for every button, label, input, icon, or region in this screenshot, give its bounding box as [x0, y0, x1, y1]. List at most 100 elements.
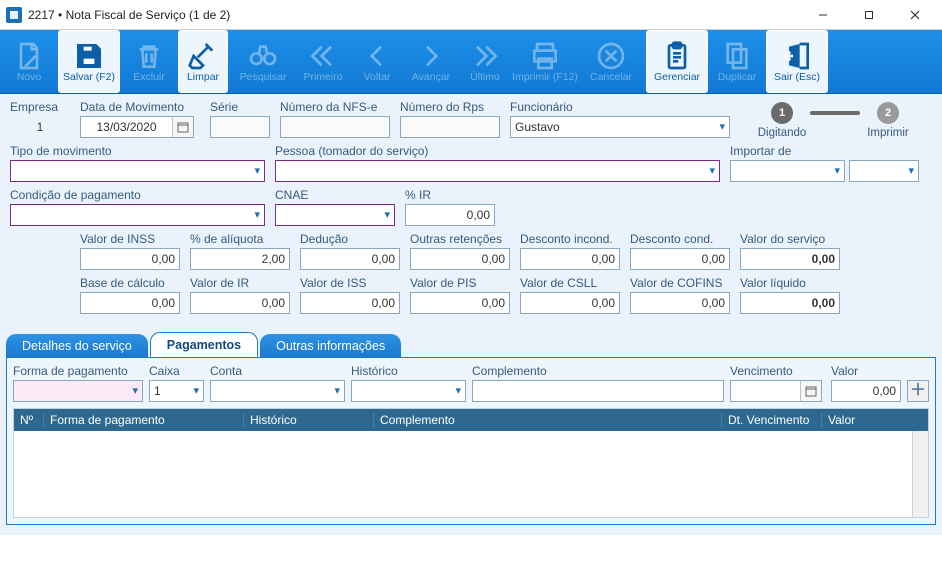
pessoa-label: Pessoa (tomador do serviço) [275, 144, 720, 158]
serie-label: Série [210, 100, 270, 114]
cond-pag-select[interactable] [10, 204, 265, 226]
funcionario-select[interactable]: Gustavo [510, 116, 730, 138]
first-button[interactable]: Primeiro [298, 30, 348, 93]
data-movimento-label: Data de Movimento [80, 100, 200, 114]
window-minimize-button[interactable] [800, 0, 846, 30]
main-toolbar: Novo Salvar (F2) Excluir Limpar Pesquisa… [0, 30, 942, 94]
empresa-value: 1 [10, 116, 70, 138]
prev-button[interactable]: Voltar [352, 30, 402, 93]
step-2-label: Imprimir [867, 127, 909, 139]
col-complemento[interactable]: Complemento [374, 413, 722, 427]
new-button[interactable]: Novo [4, 30, 54, 93]
col-forma[interactable]: Forma de pagamento [44, 413, 244, 427]
vencimento-label: Vencimento [730, 364, 825, 378]
calendar-button[interactable] [172, 116, 194, 138]
complemento-label: Complemento [472, 364, 724, 378]
search-button[interactable]: Pesquisar [232, 30, 294, 93]
valor-servico-label: Valor do serviço [740, 232, 840, 246]
forma-pagamento-select[interactable] [13, 380, 143, 402]
save-icon [73, 40, 105, 72]
trash-icon [133, 40, 165, 72]
valor-pis-label: Valor de PIS [410, 276, 510, 290]
window-close-button[interactable] [892, 0, 938, 30]
manage-button[interactable]: Gerenciar [646, 30, 708, 93]
clipboard-icon [661, 40, 693, 72]
tab-outras-informacoes[interactable]: Outras informações [260, 334, 401, 357]
progress-stepper: 1 Digitando 2 Imprimir [742, 102, 928, 139]
grid-scrollbar[interactable] [912, 431, 928, 517]
valor-ir-input[interactable] [190, 292, 290, 314]
clear-button[interactable]: Limpar [178, 30, 228, 93]
valor-liquido-input[interactable] [740, 292, 840, 314]
complemento-input[interactable] [472, 380, 724, 402]
cond-pag-label: Condição de pagamento [10, 188, 265, 202]
tipo-movimento-label: Tipo de movimento [10, 144, 265, 158]
header-form: 1 Digitando 2 Imprimir Empresa 1 Data de… [0, 94, 942, 326]
add-payment-button[interactable]: ＋ [907, 380, 929, 402]
last-button[interactable]: Último [460, 30, 510, 93]
valor-iss-input[interactable] [300, 292, 400, 314]
conta-label: Conta [210, 364, 345, 378]
desc-cond-input[interactable] [630, 248, 730, 270]
chevron-left-icon [361, 40, 393, 72]
duplicate-button[interactable]: Duplicar [712, 30, 762, 93]
tab-detalhes-servico[interactable]: Detalhes do serviço [6, 334, 148, 357]
desc-cond-label: Desconto cond. [630, 232, 730, 246]
valor-csll-label: Valor de CSLL [520, 276, 620, 290]
pessoa-select[interactable] [275, 160, 720, 182]
chevron-first-icon [307, 40, 339, 72]
serie-input[interactable] [210, 116, 270, 138]
pag-valor-label: Valor [831, 364, 901, 378]
numero-rps-label: Número do Rps [400, 100, 500, 114]
valor-inss-input[interactable] [80, 248, 180, 270]
data-movimento-input[interactable] [80, 116, 172, 138]
valor-cofins-label: Valor de COFINS [630, 276, 730, 290]
desc-incond-input[interactable] [520, 248, 620, 270]
payments-grid-header: Nº Forma de pagamento Histórico Compleme… [14, 409, 928, 431]
tab-panel-pagamentos: Forma de pagamento Caixa 1 Conta Históri… [6, 357, 936, 525]
forma-pagamento-label: Forma de pagamento [13, 364, 143, 378]
payments-grid: Nº Forma de pagamento Histórico Compleme… [13, 408, 929, 518]
numero-nfse-input[interactable] [280, 116, 390, 138]
print-button[interactable]: Imprimir (F12) [514, 30, 576, 93]
col-historico[interactable]: Histórico [244, 413, 374, 427]
pag-valor-input[interactable] [831, 380, 901, 402]
col-vencimento[interactable]: Dt. Vencimento [722, 413, 822, 427]
tab-pagamentos[interactable]: Pagamentos [150, 332, 258, 357]
conta-select[interactable] [210, 380, 345, 402]
next-button[interactable]: Avançar [406, 30, 456, 93]
cnae-select[interactable] [275, 204, 395, 226]
delete-button[interactable]: Excluir [124, 30, 174, 93]
deducao-label: Dedução [300, 232, 400, 246]
deducao-input[interactable] [300, 248, 400, 270]
importar-de-select-2[interactable] [849, 160, 919, 182]
valor-servico-input[interactable] [740, 248, 840, 270]
payments-grid-body[interactable] [14, 431, 912, 517]
step-1-label: Digitando [758, 127, 807, 139]
caixa-select[interactable]: 1 [149, 380, 204, 402]
funcionario-value: Gustavo [515, 120, 560, 134]
outras-ret-input[interactable] [410, 248, 510, 270]
valor-liquido-label: Valor líquido [740, 276, 840, 290]
valor-cofins-input[interactable] [630, 292, 730, 314]
circle-x-icon [595, 40, 627, 72]
vencimento-input[interactable] [730, 380, 800, 402]
save-button[interactable]: Salvar (F2) [58, 30, 120, 93]
tipo-movimento-select[interactable] [10, 160, 265, 182]
pct-ir-input[interactable] [405, 204, 495, 226]
valor-pis-input[interactable] [410, 292, 510, 314]
historico-select[interactable] [351, 380, 466, 402]
outras-ret-label: Outras retenções [410, 232, 510, 246]
window-maximize-button[interactable] [846, 0, 892, 30]
base-calculo-input[interactable] [80, 292, 180, 314]
importar-de-select-1[interactable] [730, 160, 845, 182]
exit-button[interactable]: Sair (Esc) [766, 30, 828, 93]
col-num[interactable]: Nº [14, 413, 44, 427]
cancel-button[interactable]: Cancelar [580, 30, 642, 93]
col-valor[interactable]: Valor [822, 413, 912, 427]
copy-icon [721, 40, 753, 72]
pct-aliquota-input[interactable] [190, 248, 290, 270]
numero-rps-input[interactable] [400, 116, 500, 138]
vencimento-calendar-button[interactable] [800, 380, 822, 402]
valor-csll-input[interactable] [520, 292, 620, 314]
